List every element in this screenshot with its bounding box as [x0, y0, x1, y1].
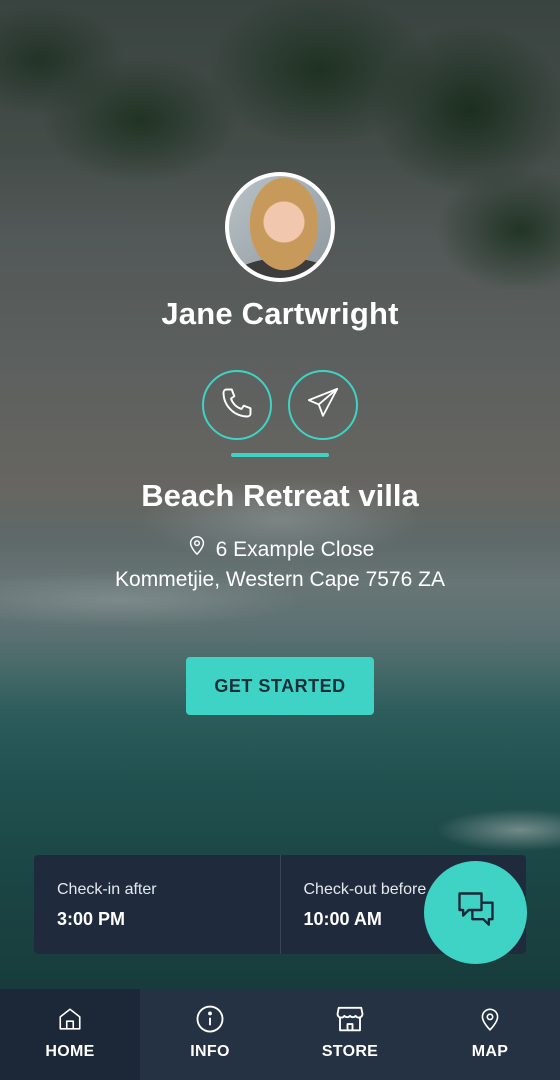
checkin-value: 3:00 PM	[57, 909, 126, 929]
phone-icon	[219, 385, 255, 426]
host-avatar	[225, 172, 335, 282]
get-started-button[interactable]: GET STARTED	[186, 657, 374, 715]
nav-item-store[interactable]: STORE	[280, 989, 420, 1080]
bottom-nav: HOME INFO STORE MAP	[0, 989, 560, 1080]
accent-divider	[231, 453, 329, 457]
nav-item-info[interactable]: INFO	[140, 989, 280, 1080]
call-button[interactable]	[202, 370, 272, 440]
nav-label-map: MAP	[471, 1043, 509, 1060]
message-button[interactable]	[288, 370, 358, 440]
nav-label-info: INFO	[190, 1043, 230, 1060]
store-icon	[335, 1003, 365, 1035]
nav-item-map[interactable]: MAP	[420, 989, 560, 1080]
nav-item-home[interactable]: HOME	[0, 989, 140, 1080]
info-icon	[195, 1003, 225, 1035]
checkin-cell: Check-in after 3:00 PM	[34, 855, 280, 954]
map-pin-icon	[475, 1003, 505, 1035]
nav-label-home: HOME	[45, 1043, 95, 1060]
map-pin-icon	[186, 533, 208, 565]
chat-button[interactable]	[424, 861, 527, 964]
nav-label-store: STORE	[321, 1043, 379, 1060]
host-name: Jane Cartwright	[161, 296, 399, 331]
checkin-label: Check-in after	[57, 881, 157, 898]
property-title: Beach Retreat villa	[141, 478, 419, 513]
chat-bubbles-icon	[454, 888, 498, 937]
address-line-1: 6 Example Close	[215, 537, 375, 561]
address-line-2: Kommetjie, Western Cape 7576 ZA	[115, 568, 445, 591]
home-icon	[55, 1003, 85, 1035]
send-icon	[306, 386, 340, 425]
property-address: 6 Example Close Kommetjie, Western Cape …	[0, 533, 560, 594]
